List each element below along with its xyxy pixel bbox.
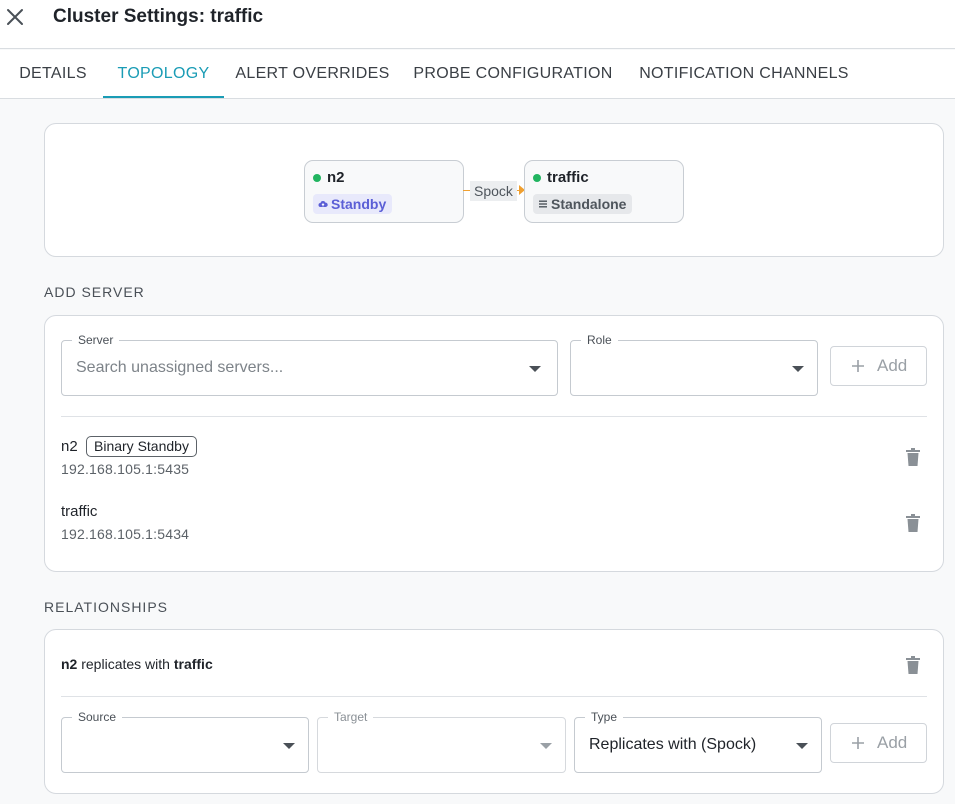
server-name: traffic xyxy=(61,503,98,520)
relationship-item: n2 replicates with traffic xyxy=(61,656,213,672)
add-button-label: Add xyxy=(877,356,908,375)
field-label: Role xyxy=(581,333,618,347)
server-name: n2 xyxy=(61,438,78,455)
tab-bar: DETAILS TOPOLOGY ALERT OVERRIDES PROBE C… xyxy=(0,50,955,99)
relationship-target: traffic xyxy=(173,656,213,672)
type-select[interactable]: Type Replicates with (Spock) xyxy=(574,710,822,773)
tab-details[interactable]: DETAILS xyxy=(0,50,106,98)
trash-icon[interactable] xyxy=(906,656,920,674)
divider xyxy=(61,696,927,697)
plus-icon xyxy=(852,360,864,372)
add-server-heading: ADD SERVER xyxy=(44,284,145,300)
node-name: n2 xyxy=(327,169,345,186)
role-badge: Standby xyxy=(313,194,393,214)
page-title: Cluster Settings: traffic xyxy=(53,6,264,27)
cloud-icon xyxy=(318,201,328,207)
add-relationship-button[interactable]: Add xyxy=(830,723,927,763)
relationship-verb: replicates with xyxy=(81,656,170,672)
trash-icon[interactable] xyxy=(906,514,920,532)
relationship-source: n2 xyxy=(61,656,78,672)
add-button-label: Add xyxy=(877,733,908,752)
topology-node-traffic[interactable]: traffic Standalone xyxy=(524,160,684,223)
server-address: 192.168.105.1:5434 xyxy=(61,526,190,542)
server-search-placeholder: Search unassigned servers... xyxy=(76,359,284,376)
server-address: 192.168.105.1:5435 xyxy=(61,461,190,477)
server-select[interactable]: Server Search unassigned servers... xyxy=(61,333,558,396)
role-badge: Standalone xyxy=(533,194,633,214)
role-badge-label: Standalone xyxy=(551,196,627,212)
chevron-down-icon xyxy=(283,743,295,749)
chevron-down-icon xyxy=(792,366,804,372)
role-select[interactable]: Role xyxy=(570,333,818,396)
tab-alert-overrides[interactable]: ALERT OVERRIDES xyxy=(224,50,401,98)
relationships-heading: RELATIONSHIPS xyxy=(44,599,168,615)
dialog-header: Cluster Settings: traffic xyxy=(0,0,955,49)
trash-icon[interactable] xyxy=(906,448,920,466)
field-label: Source xyxy=(72,710,123,724)
tab-topology[interactable]: TOPOLOGY xyxy=(103,50,224,98)
field-label: Target xyxy=(328,710,374,724)
close-icon[interactable] xyxy=(4,6,26,28)
status-dot xyxy=(533,174,541,182)
node-name: traffic xyxy=(547,169,589,186)
edge-label: Spock xyxy=(470,181,517,201)
server-role-chip: Binary Standby xyxy=(86,436,197,457)
list-icon xyxy=(539,200,547,208)
chevron-down-icon xyxy=(540,743,552,749)
role-badge-label: Standby xyxy=(331,196,387,212)
source-select[interactable]: Source xyxy=(61,710,309,773)
status-dot xyxy=(313,174,321,182)
chevron-down-icon xyxy=(529,366,541,372)
tab-probe-configuration[interactable]: PROBE CONFIGURATION xyxy=(401,50,625,98)
divider xyxy=(61,416,927,417)
tab-notification-channels[interactable]: NOTIFICATION CHANNELS xyxy=(625,50,863,98)
add-server-button[interactable]: Add xyxy=(830,346,927,386)
plus-icon xyxy=(852,737,864,749)
chevron-down-icon xyxy=(796,743,808,749)
type-select-value: Replicates with (Spock) xyxy=(589,736,757,753)
topology-node-n2[interactable]: n2 Standby xyxy=(304,160,464,223)
target-select[interactable]: Target xyxy=(317,710,566,773)
